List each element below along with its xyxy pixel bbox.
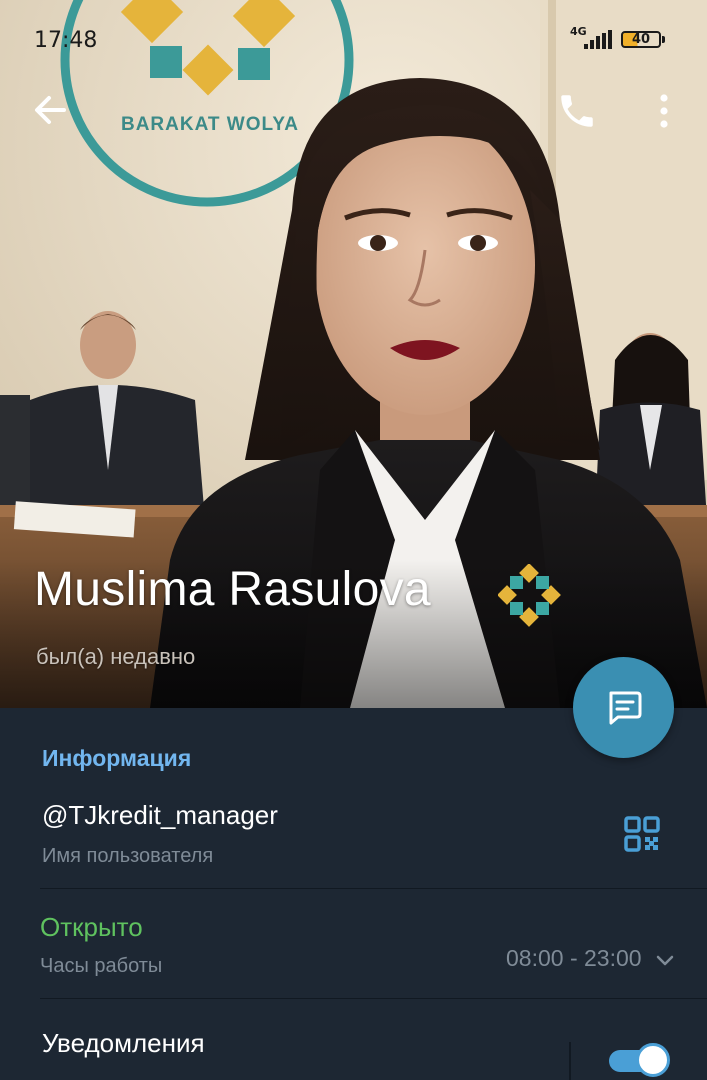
notifications-toggle[interactable]	[607, 1043, 670, 1077]
svg-text:BARAKAT WOLYA: BARAKAT WOLYA	[121, 114, 299, 135]
qr-code-icon	[624, 816, 660, 852]
business-hours-status: Открыто	[40, 912, 143, 942]
phone-icon	[561, 95, 593, 127]
emoji-status-icon[interactable]	[498, 564, 562, 628]
username-value[interactable]: @TJkredit_manager	[42, 800, 278, 831]
profile-name: Muslima Rasulova	[34, 563, 431, 616]
back-button[interactable]	[30, 90, 70, 130]
message-button[interactable]	[573, 657, 674, 758]
call-button[interactable]	[556, 90, 598, 132]
signal-icon	[584, 30, 612, 49]
more-menu-button[interactable]	[648, 90, 680, 132]
username-caption: Имя пользователя	[42, 845, 214, 867]
business-hours-value[interactable]: 08:00 - 23:00	[506, 945, 642, 972]
last-seen-status: был(а) недавно	[36, 644, 196, 669]
qr-code-button[interactable]	[620, 812, 664, 856]
arrow-left-icon	[35, 96, 66, 124]
battery-level: 40	[631, 32, 651, 47]
message-icon	[609, 691, 641, 724]
chevron-down-icon[interactable]	[654, 950, 676, 972]
profile-photo[interactable]: BARAKAT WOLYA 17:48 4G 40 Muslima Rasulo…	[0, 0, 707, 708]
divider	[40, 998, 707, 999]
notifications-label[interactable]: Уведомления	[42, 1028, 205, 1059]
status-bar: 17:48 4G 40	[0, 0, 707, 80]
more-vertical-icon	[660, 94, 668, 128]
battery-icon: 40	[621, 31, 661, 48]
toggle-knob	[636, 1043, 670, 1077]
status-time: 17:48	[34, 28, 98, 53]
info-section-title: Информация	[42, 745, 192, 771]
divider	[40, 888, 707, 889]
notifications-separator	[569, 1042, 571, 1080]
battery-cap	[662, 36, 665, 43]
business-hours-caption: Часы работы	[40, 955, 163, 977]
